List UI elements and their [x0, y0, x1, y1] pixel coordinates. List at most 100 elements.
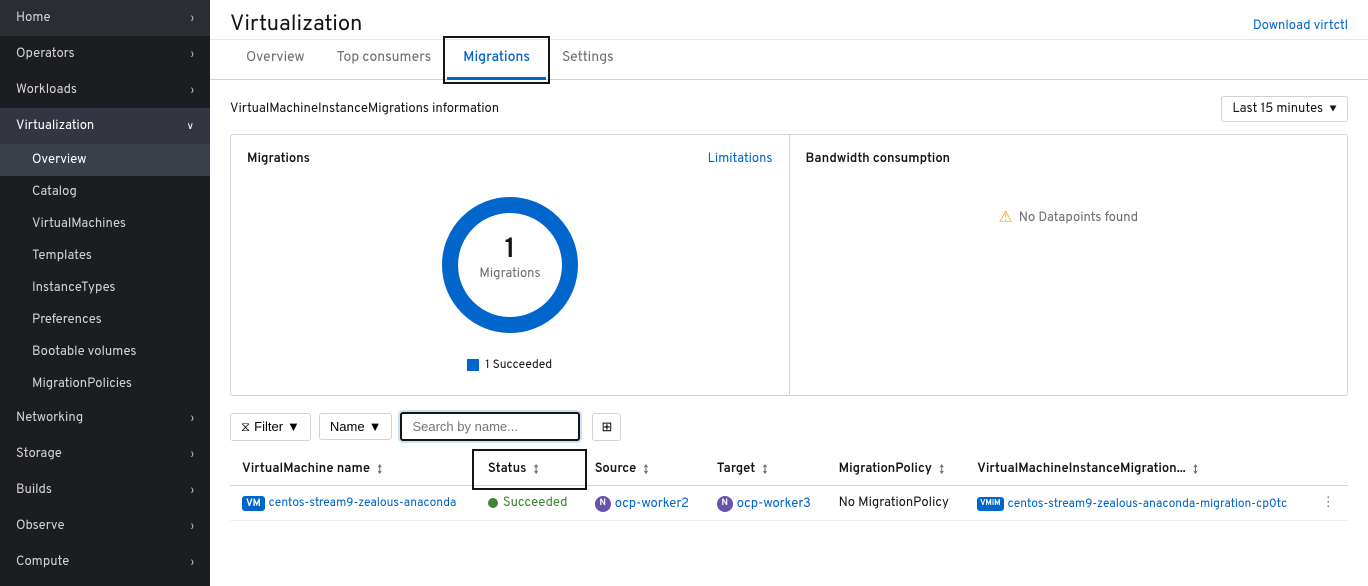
warning-icon: ⚠: [998, 207, 1012, 229]
col-target: Target ↕: [705, 453, 827, 486]
no-data-message: ⚠ No Datapoints found: [806, 207, 1332, 229]
svg-text:1: 1: [504, 232, 515, 268]
sidebar-item-networking[interactable]: Networking ›: [0, 400, 210, 436]
chevron-right-icon: ›: [191, 556, 194, 569]
donut-chart: 1 Migrations: [430, 185, 590, 345]
columns-manage-button[interactable]: ⊞: [592, 413, 621, 441]
sidebar-virtualization-submenu: Overview Catalog VirtualMachines Templat…: [0, 144, 210, 400]
chevron-right-icon: ›: [191, 412, 194, 425]
chevron-right-icon: ›: [191, 520, 194, 533]
cell-migration-policy: No MigrationPolicy: [827, 486, 966, 521]
status-badge: Succeeded: [488, 495, 571, 511]
col-actions: [1310, 453, 1348, 486]
target-link[interactable]: ocp-worker3: [737, 496, 811, 512]
sidebar-item-label: Home: [16, 10, 51, 26]
download-virtctl-link[interactable]: Download virtctl: [1253, 18, 1348, 34]
tab-settings[interactable]: Settings: [546, 40, 630, 80]
migrations-panel-title: Migrations Limitations: [247, 151, 773, 167]
col-source: Source ↕: [583, 453, 705, 486]
table-section: ⧖ Filter ▼ Name ▼ ⊞: [230, 412, 1348, 521]
sidebar-sub-item-instancetypes[interactable]: InstanceTypes: [0, 272, 210, 304]
bandwidth-panel-title: Bandwidth consumption: [806, 151, 1332, 167]
filter-bar: ⧖ Filter ▼ Name ▼ ⊞: [230, 412, 1348, 441]
tab-bar: Overview Top consumers Migrations Settin…: [210, 40, 1368, 80]
content-area: VirtualMachineInstanceMigrations informa…: [210, 80, 1368, 586]
sort-icon: ↕: [644, 463, 649, 476]
filter-button[interactable]: ⧖ Filter ▼: [230, 413, 311, 441]
migrations-panel: Migrations Limitations 1 Migrations 1 Su…: [231, 135, 790, 395]
chart-legend: 1 Succeeded: [467, 357, 552, 373]
sidebar-sub-item-catalog[interactable]: Catalog: [0, 176, 210, 208]
tab-top-consumers[interactable]: Top consumers: [321, 40, 448, 80]
vm-badge: VM centos-stream9-zealous-anaconda: [242, 495, 456, 511]
svg-text:Migrations: Migrations: [479, 266, 540, 282]
page-title: Virtualization: [230, 12, 362, 39]
donut-chart-container: 1 Migrations 1 Succeeded: [247, 179, 773, 379]
source-node-icon: N: [595, 496, 611, 512]
tab-migrations[interactable]: Migrations: [447, 40, 546, 80]
sort-icon: ↕: [377, 463, 382, 476]
sidebar-item-operators[interactable]: Operators ›: [0, 36, 210, 72]
sidebar-item-builds[interactable]: Builds ›: [0, 472, 210, 508]
name-select-button[interactable]: Name ▼: [319, 413, 393, 440]
main-content: Virtualization Download virtctl Overview…: [210, 0, 1368, 586]
sidebar-item-virtualization[interactable]: Virtualization ∨: [0, 108, 210, 144]
migrations-table: VirtualMachine name ↕ Status ↕ Source ↕: [230, 453, 1348, 521]
sidebar-item-label: Operators: [16, 46, 75, 62]
sidebar-sub-item-overview[interactable]: Overview: [0, 144, 210, 176]
sidebar-sub-item-migration-policies[interactable]: MigrationPolicies: [0, 368, 210, 400]
filter-icon: ⧖: [241, 419, 250, 435]
sidebar-sub-item-bootable-volumes[interactable]: Bootable volumes: [0, 336, 210, 368]
sidebar-item-label: Storage: [16, 446, 62, 462]
sidebar-sub-item-virtualmachines[interactable]: VirtualMachines: [0, 208, 210, 240]
vmim-link[interactable]: centos-stream9-zealous-anaconda-migratio…: [1008, 496, 1288, 512]
panels-container: Migrations Limitations 1 Migrations 1 Su…: [230, 134, 1348, 396]
source-link[interactable]: ocp-worker2: [615, 496, 689, 512]
sort-icon: ↕: [1193, 463, 1198, 476]
col-status: Status ↕: [476, 453, 583, 486]
cell-row-action: ⋮: [1310, 486, 1348, 521]
sidebar-sub-item-templates[interactable]: Templates: [0, 240, 210, 272]
target-node-icon: N: [717, 496, 733, 512]
section-header: VirtualMachineInstanceMigrations informa…: [230, 96, 1348, 122]
col-vmim: VirtualMachineInstanceMigration... ↕: [965, 453, 1310, 486]
source-node-badge: N ocp-worker2: [595, 496, 689, 512]
row-action-menu[interactable]: ⋮: [1322, 495, 1335, 511]
chevron-right-icon: ›: [191, 84, 194, 97]
sort-icon: ↕: [534, 463, 539, 476]
cell-vmim: VMiM centos-stream9-zealous-anaconda-mig…: [965, 486, 1310, 521]
filter-caret-icon: ▼: [287, 419, 300, 434]
table-body: VM centos-stream9-zealous-anaconda Succe…: [230, 486, 1348, 521]
sort-icon: ↕: [762, 463, 767, 476]
vm-name-link[interactable]: centos-stream9-zealous-anaconda: [269, 495, 457, 511]
col-vm-name: VirtualMachine name ↕: [230, 453, 476, 486]
time-selector[interactable]: Last 15 minutes ▼: [1221, 96, 1348, 122]
table-row: VM centos-stream9-zealous-anaconda Succe…: [230, 486, 1348, 521]
top-bar: Virtualization Download virtctl: [210, 0, 1368, 40]
vm-icon: VM: [242, 496, 265, 511]
search-input[interactable]: [400, 412, 580, 441]
sidebar-item-compute[interactable]: Compute ›: [0, 544, 210, 580]
sidebar-item-storage[interactable]: Storage ›: [0, 436, 210, 472]
select-caret-icon: ▼: [369, 419, 382, 434]
legend-label: 1 Succeeded: [485, 357, 552, 373]
vmim-icon: VMiM: [977, 497, 1003, 511]
chevron-right-icon: ›: [191, 484, 194, 497]
col-migration-policy: MigrationPolicy ↕: [827, 453, 966, 486]
cell-target: N ocp-worker3: [705, 486, 827, 521]
tab-overview[interactable]: Overview: [230, 40, 321, 80]
vmim-badge: VMiM centos-stream9-zealous-anaconda-mig…: [977, 496, 1287, 512]
sidebar-item-workloads[interactable]: Workloads ›: [0, 72, 210, 108]
sort-icon: ↕: [939, 463, 944, 476]
sidebar-item-home[interactable]: Home ›: [0, 0, 210, 36]
sidebar-item-label: Virtualization: [16, 118, 94, 134]
bandwidth-panel: Bandwidth consumption ⚠ No Datapoints fo…: [790, 135, 1348, 395]
sidebar-item-observe[interactable]: Observe ›: [0, 508, 210, 544]
chevron-right-icon: ›: [191, 48, 194, 61]
sidebar-sub-item-preferences[interactable]: Preferences: [0, 304, 210, 336]
chevron-right-icon: ›: [191, 12, 194, 25]
toolbar-icons: ⊞: [592, 413, 621, 441]
limitations-link[interactable]: Limitations: [708, 151, 773, 167]
sidebar-item-label: Observe: [16, 518, 65, 534]
sidebar-item-label: Compute: [16, 554, 69, 570]
